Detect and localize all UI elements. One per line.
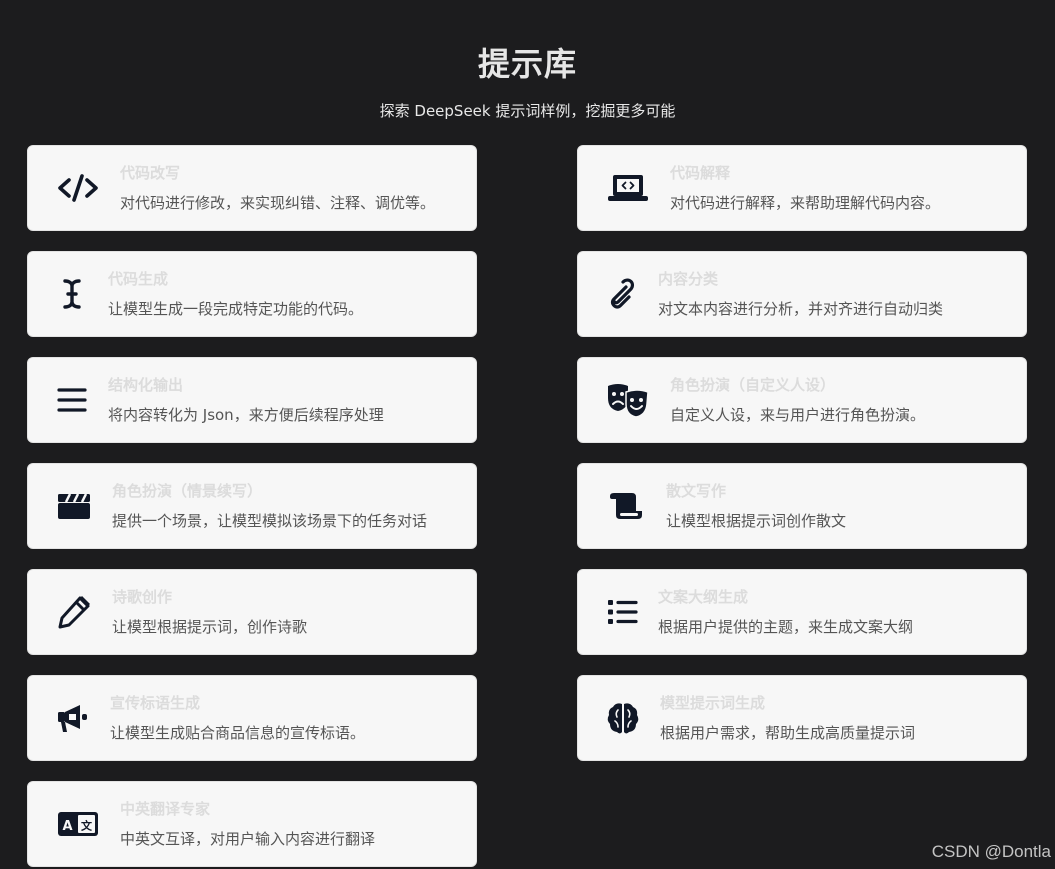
card-title: 诗歌创作 xyxy=(112,588,173,606)
language-icon: A文 xyxy=(56,802,100,846)
svg-text:A: A xyxy=(62,819,72,834)
card-description: 对代码进行解释，来帮助理解代码内容。 xyxy=(670,194,941,212)
card-text: 散文写作 让模型根据提示词创作散文 xyxy=(666,480,846,532)
card-title: 中英翻译专家 xyxy=(120,800,211,818)
prompt-card-content-classify[interactable]: 内容分类 对文本内容进行分析，并对齐进行自动归类 xyxy=(577,251,1027,337)
prompt-card-code-explain[interactable]: 代码解释 对代码进行解释，来帮助理解代码内容。 xyxy=(577,145,1027,231)
prompt-card-outline[interactable]: 文案大纲生成 根据用户提供的主题，来生成文案大纲 xyxy=(577,569,1027,655)
card-title: 代码生成 xyxy=(108,270,169,288)
prompt-card-translation[interactable]: A文 中英翻译专家 中英文互译，对用户输入内容进行翻译 xyxy=(27,781,477,867)
card-title: 结构化输出 xyxy=(108,376,184,394)
brain-icon xyxy=(606,696,640,740)
pencil-icon xyxy=(56,590,92,634)
card-description: 让模型生成贴合商品信息的宣传标语。 xyxy=(110,724,366,742)
card-title: 角色扮演（情景续写） xyxy=(112,482,263,500)
text-cursor-icon xyxy=(56,272,88,316)
svg-text:文: 文 xyxy=(81,819,93,833)
card-description: 自定义人设，来与用户进行角色扮演。 xyxy=(670,406,926,424)
paperclip-icon xyxy=(606,272,638,316)
card-text: 内容分类 对文本内容进行分析，并对齐进行自动归类 xyxy=(658,268,943,320)
card-text: 文案大纲生成 根据用户提供的主题，来生成文案大纲 xyxy=(658,586,913,638)
card-title: 代码改写 xyxy=(120,164,181,182)
card-description: 让模型生成一段完成特定功能的代码。 xyxy=(108,300,364,318)
card-title: 模型提示词生成 xyxy=(660,694,766,712)
card-title: 文案大纲生成 xyxy=(658,588,749,606)
card-title: 宣传标语生成 xyxy=(110,694,201,712)
prompt-card-prompt-generate[interactable]: 模型提示词生成 根据用户需求，帮助生成高质量提示词 xyxy=(577,675,1027,761)
card-title: 角色扮演（自定义人设） xyxy=(670,376,836,394)
card-description: 对代码进行修改，来实现纠错、注释、调优等。 xyxy=(120,194,436,212)
prompt-card-roleplay-persona[interactable]: 角色扮演（自定义人设） 自定义人设，来与用户进行角色扮演。 xyxy=(577,357,1027,443)
list-icon xyxy=(606,590,638,634)
card-text: 模型提示词生成 根据用户需求，帮助生成高质量提示词 xyxy=(660,692,915,744)
card-text: 中英翻译专家 中英文互译，对用户输入内容进行翻译 xyxy=(120,798,375,850)
card-text: 代码解释 对代码进行解释，来帮助理解代码内容。 xyxy=(670,162,940,214)
watermark: CSDN @Dontla xyxy=(931,842,1051,861)
card-description: 中英文互译，对用户输入内容进行翻译 xyxy=(120,830,376,848)
prompt-card-grid: 代码改写 对代码进行修改，来实现纠错、注释、调优等。 代码解释 对代码进行解释，… xyxy=(27,145,1027,867)
page-subtitle: 探索 DeepSeek 提示词样例，挖掘更多可能 xyxy=(379,102,676,120)
code-icon xyxy=(56,166,100,210)
prompt-card-slogan[interactable]: 宣传标语生成 让模型生成贴合商品信息的宣传标语。 xyxy=(27,675,477,761)
card-text: 角色扮演（自定义人设） 自定义人设，来与用户进行角色扮演。 xyxy=(670,374,925,426)
card-title: 散文写作 xyxy=(666,482,727,500)
card-text: 结构化输出 将内容转化为 Json，来方便后续程序处理 xyxy=(108,374,384,426)
prompt-card-prose-writing[interactable]: 散文写作 让模型根据提示词创作散文 xyxy=(577,463,1027,549)
prompt-card-structured-output[interactable]: 结构化输出 将内容转化为 Json，来方便后续程序处理 xyxy=(27,357,477,443)
scroll-icon xyxy=(606,484,646,528)
card-title: 内容分类 xyxy=(658,270,719,288)
laptop-code-icon xyxy=(606,166,650,210)
prompt-card-roleplay-scenario[interactable]: 角色扮演（情景续写） 提供一个场景，让模型模拟该场景下的任务对话 xyxy=(27,463,477,549)
card-text: 宣传标语生成 让模型生成贴合商品信息的宣传标语。 xyxy=(110,692,365,744)
card-text: 代码改写 对代码进行修改，来实现纠错、注释、调优等。 xyxy=(120,162,435,214)
card-description: 让模型根据提示词，创作诗歌 xyxy=(112,618,308,636)
card-description: 提供一个场景，让模型模拟该场景下的任务对话 xyxy=(112,512,428,530)
card-description: 让模型根据提示词创作散文 xyxy=(666,512,847,530)
card-text: 代码生成 让模型生成一段完成特定功能的代码。 xyxy=(108,268,363,320)
card-description: 根据用户提供的主题，来生成文案大纲 xyxy=(658,618,914,636)
card-description: 对文本内容进行分析，并对齐进行自动归类 xyxy=(658,300,944,318)
card-text: 角色扮演（情景续写） 提供一个场景，让模型模拟该场景下的任务对话 xyxy=(112,480,427,532)
page-title: 提示库 xyxy=(477,45,577,83)
card-title: 代码解释 xyxy=(670,164,731,182)
prompt-card-poetry[interactable]: 诗歌创作 让模型根据提示词，创作诗歌 xyxy=(27,569,477,655)
bullhorn-icon xyxy=(56,696,90,740)
clapperboard-icon xyxy=(56,484,92,528)
card-text: 诗歌创作 让模型根据提示词，创作诗歌 xyxy=(112,586,307,638)
bars-icon xyxy=(56,378,88,422)
masks-theater-icon xyxy=(606,378,650,422)
prompt-card-code-rewrite[interactable]: 代码改写 对代码进行修改，来实现纠错、注释、调优等。 xyxy=(27,145,477,231)
prompt-card-code-generate[interactable]: 代码生成 让模型生成一段完成特定功能的代码。 xyxy=(27,251,477,337)
card-description: 根据用户需求，帮助生成高质量提示词 xyxy=(660,724,916,742)
card-description: 将内容转化为 Json，来方便后续程序处理 xyxy=(108,406,384,424)
